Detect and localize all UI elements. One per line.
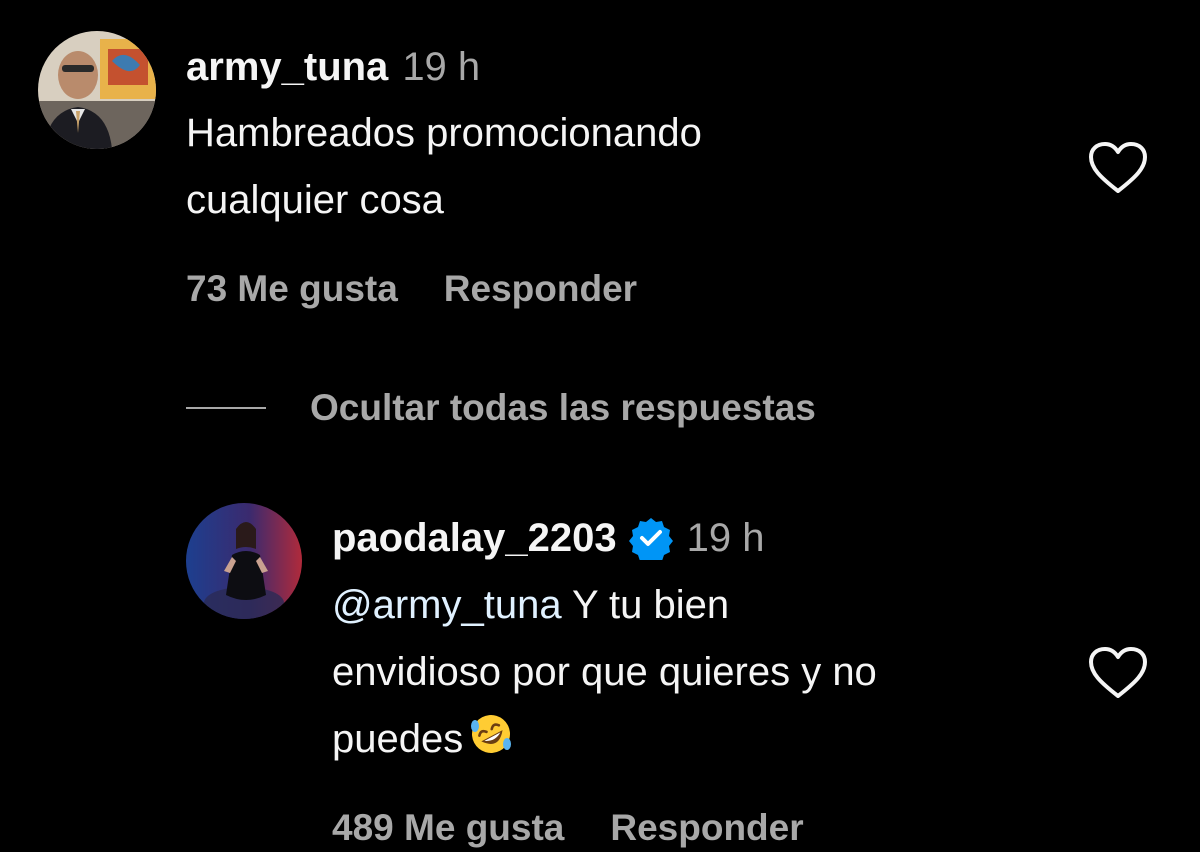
reply-button[interactable]: Responder: [444, 268, 637, 310]
reply-username[interactable]: paodalay_2203: [332, 514, 617, 562]
heart-outline-icon: [1089, 142, 1147, 193]
hide-replies-label: Ocultar todas las respuestas: [310, 387, 816, 428]
reply-text-segment: puedes: [332, 717, 464, 761]
comment-text-line: Hambreados promocionando: [186, 111, 702, 155]
reply-button[interactable]: Responder: [610, 807, 803, 849]
reply-text-line: envidioso por que quieres y no: [332, 650, 877, 694]
comment-text: Hambreados promocionando cualquier cosa: [186, 100, 702, 234]
hide-replies-toggle[interactable]: Ocultar todas las respuestas: [186, 387, 816, 429]
reply-timestamp: 19 h: [686, 516, 765, 560]
like-button[interactable]: [1088, 141, 1148, 195]
likes-count[interactable]: 489 Me gusta: [332, 807, 564, 849]
heart-outline-icon: [1089, 647, 1147, 698]
avatar-man-in-suit-icon: [38, 31, 156, 149]
comment-text-line: cualquier cosa: [186, 178, 444, 222]
comment-actions: 73 Me gusta Responder: [186, 268, 637, 310]
reply-text-line: puedes: [332, 706, 877, 773]
comment-header: army_tuna 19 h: [186, 43, 480, 91]
verified-badge-icon: [628, 516, 673, 560]
comment-username[interactable]: army_tuna: [186, 43, 388, 91]
comment-timestamp: 19 h: [402, 45, 481, 89]
rolling-on-floor-laughing-emoji-icon: [469, 710, 513, 754]
reply-text-line: @army_tuna Y tu bien: [332, 572, 877, 639]
avatar-woman-dark-dress-icon: [186, 503, 302, 619]
reply-actions: 489 Me gusta Responder: [332, 807, 804, 849]
avatar-army-tuna[interactable]: [38, 31, 156, 149]
mention-link[interactable]: @army_tuna: [332, 583, 562, 627]
reply-header: paodalay_2203 19 h: [332, 514, 765, 562]
like-button[interactable]: [1088, 646, 1148, 700]
likes-count[interactable]: 73 Me gusta: [186, 268, 398, 310]
reply-text: @army_tuna Y tu bien envidioso por que q…: [332, 572, 877, 773]
avatar-paodalay[interactable]: [186, 503, 302, 619]
divider-line: [186, 407, 266, 409]
reply-text-segment: Y tu bien: [561, 583, 730, 627]
